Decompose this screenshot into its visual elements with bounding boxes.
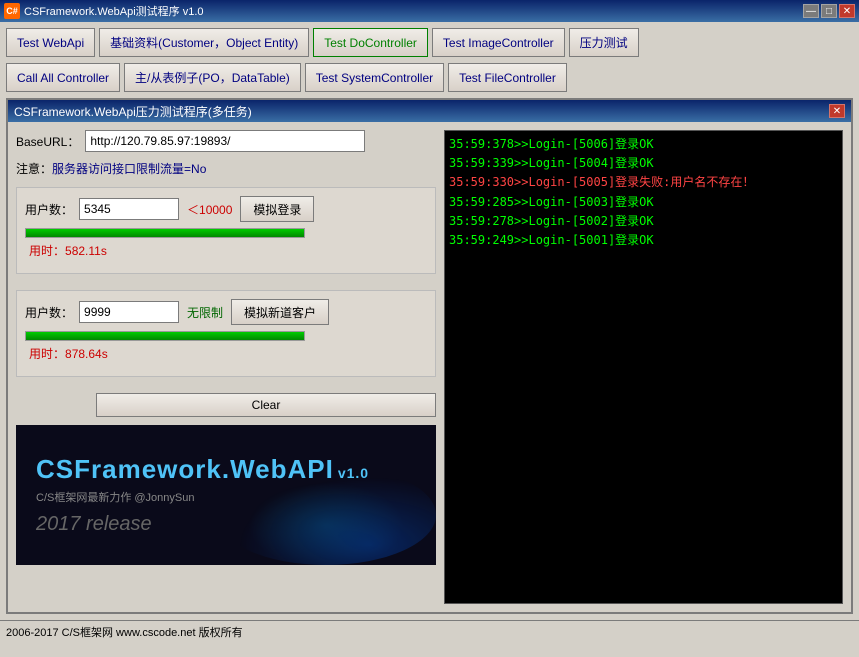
window-controls: — □ ✕ [803,4,855,18]
user-row-2: 用户数： 无限制 模拟新道客户 [25,299,427,325]
user-count-input-2[interactable] [79,301,179,323]
title-bar: C# CSFramework.WebApi测试程序 v1.0 — □ ✕ [0,0,859,22]
progress-fill-1 [26,229,304,237]
note-row: 注意： 服务器访问接口限制流量=No [16,160,436,177]
log-line: 35:59:330>>Login-[5005]登录失败:用户名不存在！ [449,173,838,192]
close-button[interactable]: ✕ [839,4,855,18]
time-label-1: 用时：582.11s [29,242,107,259]
progress-fill-2 [26,332,304,340]
status-text: 2006-2017 C/S框架网 www.cscode.net 版权所有 [6,624,243,640]
banner-wave-decoration [216,465,436,565]
window-title: CSFramework.WebApi测试程序 v1.0 [24,3,803,19]
log-line: 35:59:249>>Login-[5001]登录OK [449,231,838,250]
log-line: 35:59:339>>Login-[5004]登录OK [449,154,838,173]
log-line: 35:59:278>>Login-[5002]登录OK [449,212,838,231]
simulate-new-customer-button[interactable]: 模拟新道客户 [231,299,329,325]
left-panel: BaseURL： 注意： 服务器访问接口限制流量=No 用户数： ＜10000 … [16,130,436,604]
user-section-1: 用户数： ＜10000 模拟登录 用时：582.11s [16,187,436,274]
main-window: Test WebApi 基础资料(Customer，Object Entity)… [0,22,859,620]
banner-title-part1: CSFramework. [36,454,230,484]
test-file-button[interactable]: Test FileController [448,63,567,92]
master-detail-button[interactable]: 主/从表例子(PO，DataTable) [124,63,301,92]
basic-data-button[interactable]: 基础资料(Customer，Object Entity) [99,28,309,57]
user-section-2: 用户数： 无限制 模拟新道客户 用时：878.64s [16,290,436,377]
test-do-button[interactable]: Test DoController [313,28,428,57]
log-line: 35:59:285>>Login-[5003]登录OK [449,193,838,212]
user-row-1: 用户数： ＜10000 模拟登录 [25,196,427,222]
limit-text-2: 无限制 [187,304,223,321]
stress-test-button[interactable]: 压力测试 [569,28,639,57]
progress-container-2 [25,331,305,341]
user-count-label-2: 用户数： [25,304,73,321]
call-all-button[interactable]: Call All Controller [6,63,120,92]
dialog-close-button[interactable]: ✕ [829,104,845,118]
dialog-title-bar: CSFramework.WebApi压力测试程序(多任务) ✕ [8,100,851,122]
user-count-label-1: 用户数： [25,201,73,218]
dialog-window: CSFramework.WebApi压力测试程序(多任务) ✕ BaseURL：… [6,98,853,614]
dialog-title: CSFramework.WebApi压力测试程序(多任务) [14,103,829,120]
clear-button[interactable]: Clear [96,393,436,417]
banner: CSFramework.WebAPIv1.0 C/S框架网最新力作 @Jonny… [16,425,436,565]
base-url-row: BaseURL： [16,130,436,152]
log-panel[interactable]: 35:59:378>>Login-[5006]登录OK35:59:339>>Lo… [444,130,843,604]
test-system-button[interactable]: Test SystemController [305,63,444,92]
progress-bar-1 [25,228,427,238]
user-count-input-1[interactable] [79,198,179,220]
base-url-label: BaseURL： [16,133,79,150]
progress-bar-2 [25,331,427,341]
time-row-2: 用时：878.64s [25,345,427,362]
test-webapi-button[interactable]: Test WebApi [6,28,95,57]
maximize-button[interactable]: □ [821,4,837,18]
limit-text-1: ＜10000 [187,201,232,218]
note-label: 注意： [16,160,52,177]
log-line: 35:59:378>>Login-[5006]登录OK [449,135,838,154]
toolbar-row1: Test WebApi 基础资料(Customer，Object Entity)… [6,28,853,57]
test-image-button[interactable]: Test ImageController [432,28,565,57]
time-row-1: 用时：582.11s [25,242,427,259]
time-label-2: 用时：878.64s [29,345,108,362]
simulate-login-button[interactable]: 模拟登录 [240,196,314,222]
note-text: 服务器访问接口限制流量=No [52,160,206,177]
dialog-body: BaseURL： 注意： 服务器访问接口限制流量=No 用户数： ＜10000 … [8,122,851,612]
toolbar-row2: Call All Controller 主/从表例子(PO，DataTable)… [6,63,853,92]
progress-container-1 [25,228,305,238]
base-url-input[interactable] [85,130,365,152]
status-bar: 2006-2017 C/S框架网 www.cscode.net 版权所有 [0,620,859,642]
minimize-button[interactable]: — [803,4,819,18]
app-icon: C# [4,3,20,19]
